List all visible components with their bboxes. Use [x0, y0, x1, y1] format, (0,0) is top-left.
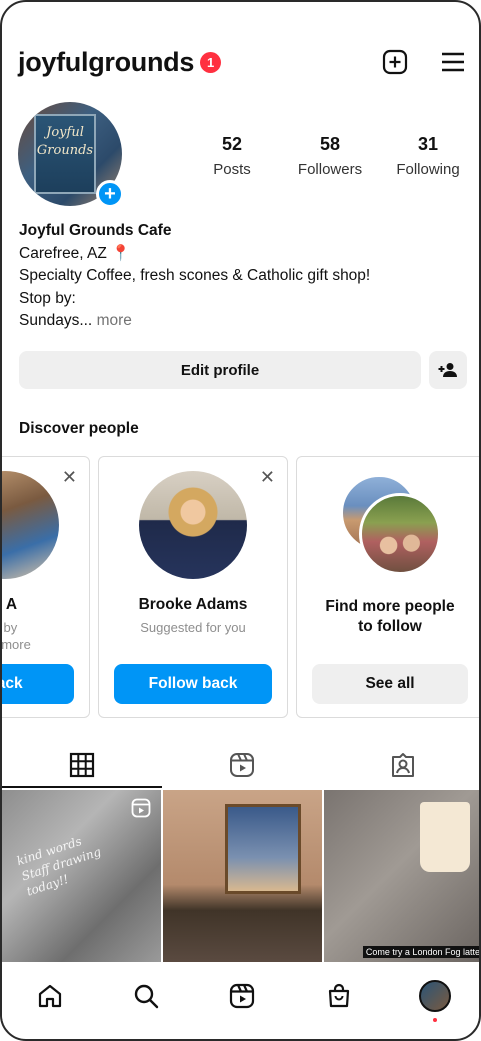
suggestion-subtitle: d by + 5 more [1, 619, 89, 653]
shop-bag-icon [328, 983, 349, 1008]
profile-tabs [2, 742, 479, 788]
find-more-card[interactable]: Find more people to follow See all [296, 456, 479, 718]
stat-followers[interactable]: 58 Followers [288, 134, 372, 178]
menu-icon[interactable] [439, 48, 467, 76]
search-icon [135, 984, 159, 1009]
profile-stats: 52 Posts 58 Followers 31 Following [190, 134, 470, 178]
stat-label: Following [396, 161, 460, 178]
suggestion-avatar[interactable] [139, 471, 247, 579]
discover-people-title: Discover people [19, 420, 139, 437]
suggestion-card[interactable]: ✕ L A d by + 5 more back [1, 456, 90, 718]
stat-label: Posts [213, 161, 251, 178]
close-icon[interactable]: ✕ [260, 467, 275, 488]
bio-line: Sundays... [19, 312, 93, 329]
nav-search[interactable] [128, 978, 164, 1014]
avatar-sign: Joyful Grounds [34, 114, 96, 194]
tab-reels[interactable] [162, 742, 322, 788]
edit-profile-button[interactable]: Edit profile [19, 351, 421, 389]
suggestion-name[interactable]: Brooke Adams [99, 596, 287, 614]
follow-back-button[interactable]: Follow back [114, 664, 272, 704]
find-more-line: Find more people [325, 598, 455, 615]
find-more-title: Find more people to follow [297, 597, 479, 637]
suggestion-card[interactable]: ✕ Brooke Adams Suggested for you Follow … [98, 456, 288, 718]
stat-value: 52 [221, 134, 243, 154]
post-coffee-cup [420, 802, 470, 872]
notification-dot [432, 1018, 437, 1022]
nav-home[interactable] [32, 978, 68, 1014]
add-person-icon [438, 363, 457, 377]
see-all-button[interactable]: See all [312, 664, 468, 704]
post-thumbnail[interactable]: Come try a London Fog latte [324, 790, 479, 962]
profile-actions: Edit profile [19, 351, 467, 389]
bio-truncated: Sundays... more [19, 310, 370, 333]
suggestion-avatar-front [359, 493, 441, 575]
home-icon [38, 984, 62, 1008]
bio-location: Carefree, AZ 📍 [19, 244, 131, 262]
nav-reels[interactable] [224, 978, 260, 1014]
stat-label: Followers [297, 161, 363, 178]
header-actions [381, 48, 467, 76]
post-caption: Come try a London Fog latte [362, 946, 479, 958]
find-more-line: to follow [358, 618, 422, 635]
profile-header: joyfulgrounds 1 [18, 42, 467, 82]
reels-icon [230, 983, 255, 1009]
bottom-navigation [2, 964, 479, 1028]
stat-value: 31 [417, 134, 439, 154]
avatar-sign-line2: Grounds [36, 143, 94, 158]
suggestion-subtitle: Suggested for you [140, 620, 246, 635]
tagged-icon [391, 753, 414, 777]
avatar-sign-line1: Joyful [46, 125, 84, 140]
bio-more-link[interactable]: more [97, 312, 132, 329]
post-grid: kind words Staff drawing today!! Come tr… [2, 790, 479, 962]
tab-grid[interactable] [2, 742, 163, 788]
post-painting [225, 804, 301, 894]
phone-frame: joyfulgrounds 1 Joyful Grounds + 52 Post… [0, 0, 481, 1041]
stat-posts[interactable]: 52 Posts [190, 134, 274, 178]
suggestion-subtitle-line: d by [2, 620, 18, 635]
notification-badge[interactable]: 1 [200, 51, 222, 73]
discover-people-button[interactable] [429, 351, 467, 389]
profile-bio: Joyful Grounds Cafe Carefree, AZ 📍 Speci… [19, 220, 370, 333]
create-post-icon[interactable] [381, 48, 409, 76]
nav-shop[interactable] [321, 978, 357, 1014]
tab-tagged[interactable] [323, 742, 479, 788]
stat-value: 58 [319, 134, 341, 154]
grid-icon [70, 752, 95, 778]
profile-avatar-icon [418, 980, 451, 1012]
bio-line: Stop by: [19, 289, 76, 307]
bio-line: Specialty Coffee, fresh scones & Catholi… [19, 267, 371, 284]
close-icon[interactable]: ✕ [62, 467, 77, 488]
nav-profile[interactable] [417, 978, 453, 1022]
username[interactable]: joyfulgrounds [18, 47, 194, 78]
suggestion-subtitle-line: + 5 more [1, 637, 31, 652]
stat-following[interactable]: 31 Following [386, 134, 470, 178]
add-story-icon[interactable]: + [96, 180, 124, 208]
suggestion-name[interactable]: L A [2, 596, 89, 614]
follow-back-button[interactable]: back [2, 664, 74, 704]
post-thumbnail[interactable] [163, 790, 322, 962]
reel-badge-icon [131, 798, 151, 823]
suggestion-avatar[interactable] [2, 471, 59, 579]
post-handwriting: kind words Staff drawing today!! [15, 828, 108, 899]
post-thumbnail[interactable]: kind words Staff drawing today!! [2, 790, 161, 962]
reels-icon [230, 753, 255, 777]
profile-avatar-wrap[interactable]: Joyful Grounds + [18, 102, 124, 208]
display-name: Joyful Grounds Cafe [19, 222, 172, 239]
discover-carousel[interactable]: ✕ L A d by + 5 more back ✕ Brooke Adams … [1, 456, 479, 718]
